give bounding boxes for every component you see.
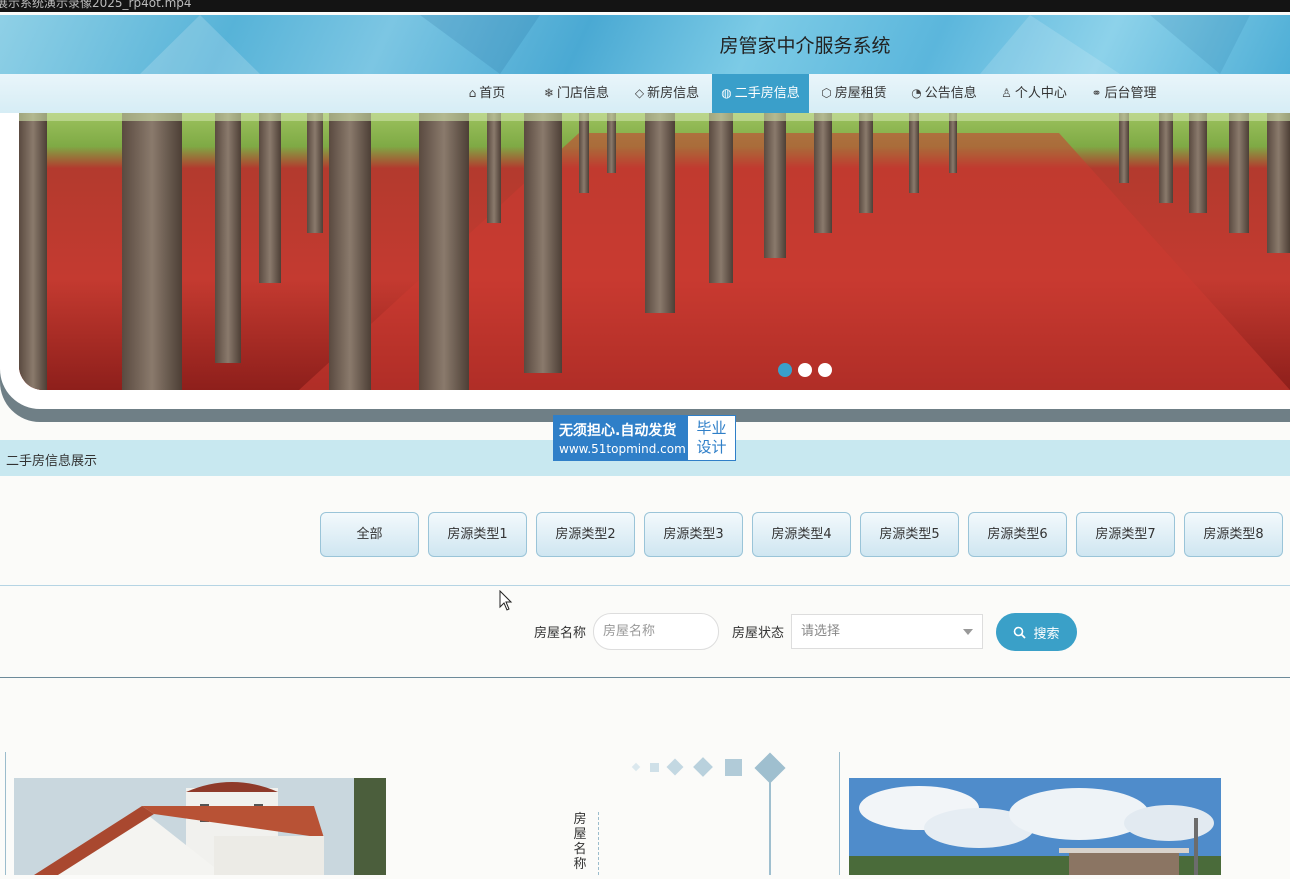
site-title: 房管家中介服务系统 [719, 35, 891, 57]
tag-icon: ◇ [634, 86, 645, 100]
nav-stores[interactable]: ❄ 门店信息 [535, 74, 618, 113]
nav-rental[interactable]: ⬡ 房屋租赁 [813, 74, 895, 113]
filter-type-button[interactable]: 房源类型4 [752, 512, 851, 557]
filter-type-button[interactable]: 房源类型2 [536, 512, 635, 557]
watermark-logo: 无须担心.自动发货 www.51topmind.com 毕业 设计 [553, 415, 736, 461]
divider [598, 812, 599, 875]
nav-home[interactable]: ⌂ 首页 [458, 74, 516, 113]
divider [0, 677, 1290, 678]
nav-admin[interactable]: ⚭ 后台管理 [1083, 74, 1165, 113]
nav-profile[interactable]: ♙ 个人中心 [993, 74, 1075, 113]
watermark-url: www.51topmind.com [559, 442, 686, 456]
nav-notices[interactable]: ◔ 公告信息 [903, 74, 985, 113]
watermark-slogan: 无须担心.自动发货 [559, 423, 677, 439]
card-border [5, 752, 6, 875]
mouse-cursor-icon [499, 590, 513, 611]
nav-label: 房屋租赁 [834, 86, 887, 101]
window-title: 展示系统演示录像2025_rp4ot.mp4 [0, 0, 192, 10]
filter-type-button[interactable]: 房源类型7 [1076, 512, 1175, 557]
home-icon: ⌂ [468, 86, 477, 100]
palette-icon: ◔ [911, 86, 922, 100]
carousel-slide-image[interactable] [19, 113, 1290, 390]
decorative-diamonds [625, 752, 795, 875]
nav-label: 公告信息 [924, 86, 977, 101]
nav-label: 新房信息 [647, 86, 700, 101]
nav-label: 门店信息 [557, 86, 610, 101]
filter-all-button[interactable]: 全部 [320, 512, 419, 557]
user-icon: ♙ [1001, 86, 1012, 100]
house-status-placeholder: 请选择 [801, 624, 841, 639]
search-button-label: 搜索 [1033, 626, 1060, 642]
house-status-select[interactable]: 请选择 [791, 614, 983, 649]
house-name-vertical-label: 房屋名称 [573, 812, 587, 872]
filter-type-button[interactable]: 房源类型5 [860, 512, 959, 557]
link-icon: ⚭ [1091, 86, 1102, 100]
search-button[interactable]: 搜索 [996, 613, 1077, 651]
house-card-image[interactable] [849, 778, 1221, 875]
globe-icon: ◍ [721, 86, 732, 100]
carousel-dot[interactable] [818, 363, 832, 377]
watermark-badge-line2: 设计 [696, 438, 727, 456]
section-title: 二手房信息展示 [6, 454, 98, 469]
carousel-dot[interactable] [778, 363, 792, 377]
watermark-badge-line1: 毕业 [696, 419, 727, 437]
banner-frame [0, 113, 1290, 422]
nav-label: 二手房信息 [734, 86, 800, 101]
house-card-image[interactable] [14, 778, 386, 875]
cube-icon: ⬡ [821, 86, 832, 100]
card-border [839, 752, 840, 875]
carousel-dot[interactable] [798, 363, 812, 377]
house-status-label: 房屋状态 [732, 626, 785, 641]
divider [0, 585, 1290, 586]
house-name-input[interactable]: 房屋名称 [593, 613, 719, 650]
search-icon [1014, 626, 1027, 639]
nav-second-hand[interactable]: ◍ 二手房信息 [712, 74, 809, 113]
site-header: 房管家中介服务系统 [0, 15, 1290, 74]
house-name-label: 房屋名称 [534, 626, 587, 641]
nav-label: 个人中心 [1014, 86, 1067, 101]
nav-label: 后台管理 [1104, 86, 1157, 101]
window-title-bar: 展示系统演示录像2025_rp4ot.mp4 [0, 0, 1290, 12]
carousel-indicators [778, 363, 832, 377]
main-nav: ⌂ 首页 ❄ 门店信息 ◇ 新房信息 ◍ 二手房信息 ⬡ 房屋租赁 ◔ 公告信息 ♙ 个人中心… [0, 74, 1290, 113]
nav-label: 首页 [479, 86, 506, 101]
nav-new-houses[interactable]: ◇ 新房信息 [626, 74, 708, 113]
filter-type-button[interactable]: 房源类型8 [1184, 512, 1283, 557]
filter-type-button[interactable]: 房源类型6 [968, 512, 1067, 557]
filter-type-button[interactable]: 房源类型3 [644, 512, 743, 557]
filter-type-button[interactable]: 房源类型1 [428, 512, 527, 557]
chevron-down-icon [963, 629, 973, 635]
snowflake-icon: ❄ [543, 86, 555, 100]
